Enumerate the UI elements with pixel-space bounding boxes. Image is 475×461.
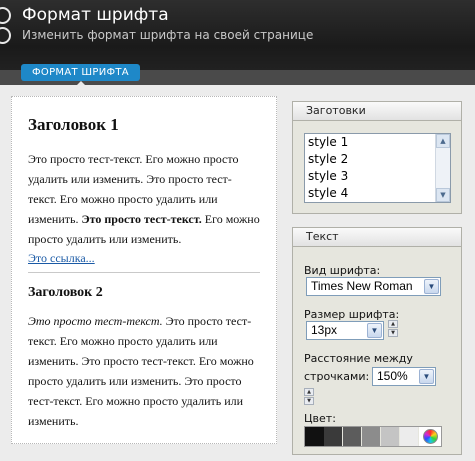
- tab-pointer-icon: [77, 81, 85, 85]
- text-panel-title: Текст: [293, 228, 461, 247]
- preset-item[interactable]: style 2: [305, 151, 435, 168]
- scroll-up-icon[interactable]: ▲: [436, 134, 450, 148]
- font-family-label: Вид шрифта:: [304, 264, 381, 277]
- chevron-down-icon[interactable]: ▼: [367, 323, 382, 338]
- page-header: Формат шрифта Изменить формат шрифта на …: [0, 0, 475, 85]
- presets-panel: Заготовки style 1 style 2 style 3 style …: [292, 101, 462, 214]
- color-picker-icon[interactable]: [419, 427, 441, 446]
- preview-paragraph-2: Это просто тест-текст. Это просто тест-т…: [28, 311, 260, 431]
- para2-text: Это просто тест-текст. Его можно просто …: [28, 314, 254, 428]
- tab-font-format[interactable]: ФОРМАТ ШРИФТА: [21, 64, 140, 81]
- line-spacing-stepper[interactable]: ▲ ▼: [304, 388, 314, 406]
- presets-scrollbar[interactable]: ▲ ▼: [435, 134, 450, 202]
- color-swatch[interactable]: [343, 427, 362, 446]
- text-settings-panel: Текст Вид шрифта: Times New Roman ▼ Разм…: [292, 227, 462, 455]
- line-spacing-label-2: строчками:: [304, 370, 370, 383]
- text-preview: Заголовок 1 Это просто тест-текст. Его м…: [11, 96, 277, 444]
- para2-italic-text: Это просто тест-текст.: [28, 314, 163, 328]
- circle-button-1[interactable]: [0, 7, 11, 24]
- stepper-up-icon[interactable]: ▲: [388, 320, 398, 328]
- para1-bold-text: Это просто тест-текст.: [81, 212, 202, 226]
- scroll-down-icon[interactable]: ▼: [436, 188, 450, 202]
- presets-panel-title: Заготовки: [293, 102, 461, 121]
- page-subtitle: Изменить формат шрифта на своей странице: [22, 28, 314, 42]
- color-swatch[interactable]: [362, 427, 381, 446]
- color-swatch[interactable]: [305, 427, 324, 446]
- preview-divider: [28, 272, 260, 273]
- preview-heading-1: Заголовок 1: [28, 115, 119, 134]
- font-size-stepper[interactable]: ▲ ▼: [388, 320, 398, 338]
- stepper-up-icon[interactable]: ▲: [304, 388, 314, 396]
- stepper-down-icon[interactable]: ▼: [304, 397, 314, 405]
- color-swatch[interactable]: [324, 427, 343, 446]
- preview-link[interactable]: Это ссылка...: [28, 249, 95, 267]
- presets-listbox[interactable]: style 1 style 2 style 3 style 4 ▲ ▼: [304, 133, 451, 203]
- color-swatch[interactable]: [381, 427, 400, 446]
- font-family-select[interactable]: Times New Roman ▼: [306, 277, 441, 296]
- color-swatch[interactable]: [400, 427, 419, 446]
- font-size-label: Размер шрифта:: [304, 308, 400, 321]
- chevron-down-icon[interactable]: ▼: [419, 369, 434, 384]
- preset-item[interactable]: style 4: [305, 185, 435, 202]
- color-label: Цвет:: [304, 412, 336, 425]
- line-spacing-select[interactable]: 150% ▼: [372, 367, 436, 386]
- line-spacing-value: 150%: [377, 369, 408, 383]
- preset-item[interactable]: style 3: [305, 168, 435, 185]
- preset-item[interactable]: style 1: [305, 134, 435, 151]
- font-size-value: 13px: [311, 323, 338, 337]
- line-spacing-label: Расстояние между: [304, 352, 413, 365]
- stepper-down-icon[interactable]: ▼: [388, 329, 398, 337]
- font-family-value: Times New Roman: [311, 279, 413, 293]
- font-size-select[interactable]: 13px ▼: [306, 321, 384, 340]
- preview-paragraph-1: Это просто тест-текст. Его можно просто …: [28, 149, 260, 249]
- page-title: Формат шрифта: [22, 5, 169, 25]
- chevron-down-icon[interactable]: ▼: [424, 279, 439, 294]
- color-swatches: [304, 426, 442, 447]
- circle-button-2[interactable]: [0, 27, 11, 44]
- preview-heading-2: Заголовок 2: [28, 285, 103, 300]
